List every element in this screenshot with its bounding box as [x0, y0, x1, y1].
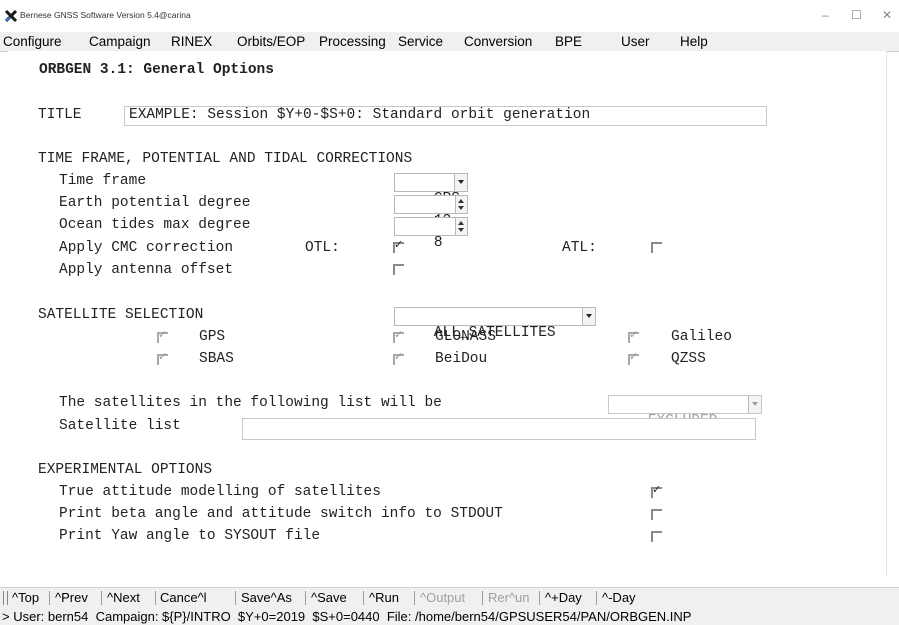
sbas-checkbox[interactable]: ✓	[157, 350, 169, 366]
menu-help[interactable]: Help	[680, 34, 708, 49]
ocean-tides-value: 8	[433, 235, 443, 251]
time-frame-label: Time frame	[59, 173, 147, 189]
menu-orbits-eop[interactable]: Orbits/EOP	[237, 34, 305, 49]
gps-checkbox[interactable]: ✓	[157, 328, 169, 344]
glonass-checkbox[interactable]: ✓	[393, 328, 405, 344]
separator	[482, 591, 483, 605]
atl-checkbox[interactable]	[651, 242, 663, 254]
sat-list-label: Satellite list	[59, 418, 181, 434]
otl-label: OTL:	[305, 240, 340, 256]
panel-heading: ORBGEN 3.1: General Options	[39, 62, 274, 78]
status-text: > User: bern54 Campaign: ${P}/INTRO $Y+0…	[2, 609, 692, 624]
rerun-button[interactable]: Rer^un	[488, 590, 530, 605]
menu-bpe[interactable]: BPE	[555, 34, 582, 49]
gps-label: GPS	[199, 329, 226, 345]
separator	[414, 591, 415, 605]
next-button[interactable]: ^Next	[107, 590, 140, 605]
true-attitude-label: True attitude modelling of satellites	[59, 484, 381, 500]
separator	[596, 591, 597, 605]
minimize-icon[interactable]: –	[822, 8, 829, 22]
cancel-button[interactable]: Cance^l	[160, 590, 207, 605]
menu-bar: Configure Campaign RINEX Orbits/EOP Proc…	[0, 32, 899, 52]
time-section-heading: TIME FRAME, POTENTIAL AND TIDAL CORRECTI…	[38, 151, 413, 167]
menu-configure[interactable]: Configure	[3, 34, 62, 49]
chevron-down-icon[interactable]	[748, 396, 761, 413]
status-bar: > User: bern54 Campaign: ${P}/INTRO $Y+0…	[0, 608, 899, 625]
glonass-label: GLONASS	[435, 329, 496, 345]
check-icon: ✓	[629, 350, 639, 363]
check-icon: ✓	[394, 350, 404, 363]
ocean-tides-spinner[interactable]: 8	[394, 217, 468, 251]
exp-section-heading: EXPERIMENTAL OPTIONS	[38, 462, 213, 478]
check-icon: ✓	[158, 328, 168, 341]
separator	[539, 591, 540, 605]
app-x-icon	[5, 10, 17, 22]
separator	[49, 591, 50, 605]
list-mode-label: The satellites in the following list wil…	[59, 395, 442, 411]
qzss-label: QZSS	[671, 351, 706, 367]
sbas-label: SBAS	[199, 351, 234, 367]
window-title: Bernese GNSS Software Version 5.4@carina	[20, 10, 191, 20]
menu-service[interactable]: Service	[398, 34, 443, 49]
maximize-icon[interactable]: ☐	[851, 8, 862, 22]
menu-processing[interactable]: Processing	[319, 34, 386, 49]
print-yaw-checkbox[interactable]	[651, 531, 663, 543]
menu-conversion[interactable]: Conversion	[464, 34, 532, 49]
close-icon[interactable]: ✕	[882, 8, 892, 22]
spinner-arrows-icon[interactable]	[455, 218, 467, 235]
menu-user[interactable]: User	[621, 34, 650, 49]
qzss-checkbox[interactable]: ✓	[628, 350, 640, 366]
menu-rinex[interactable]: RINEX	[171, 34, 212, 49]
chevron-down-icon[interactable]	[582, 308, 595, 325]
top-button[interactable]: ^Top	[12, 590, 39, 605]
window-titlebar: Bernese GNSS Software Version 5.4@carina…	[0, 0, 899, 32]
output-button[interactable]: ^Output	[420, 590, 465, 605]
separator	[101, 591, 102, 605]
minus-day-button[interactable]: ^-Day	[602, 590, 636, 605]
separator	[363, 591, 364, 605]
prev-button[interactable]: ^Prev	[55, 590, 88, 605]
print-yaw-label: Print Yaw angle to SYSOUT file	[59, 528, 321, 544]
spinner-arrows-icon[interactable]	[455, 196, 467, 213]
separator	[235, 591, 236, 605]
galileo-checkbox[interactable]: ✓	[628, 328, 640, 344]
separator	[305, 591, 306, 605]
separator	[155, 591, 156, 605]
sat-section-heading: SATELLITE SELECTION	[38, 307, 204, 323]
saveas-button[interactable]: Save^As	[241, 590, 292, 605]
button-bar: ^Top ^Prev ^Next Cance^l Save^As ^Save ^…	[0, 587, 899, 608]
save-button[interactable]: ^Save	[311, 590, 347, 605]
check-icon: ✓	[629, 328, 639, 341]
true-attitude-checkbox[interactable]: ✓	[651, 483, 663, 499]
title-input[interactable]: EXAMPLE: Session $Y+0-$S+0: Standard orb…	[124, 106, 767, 126]
earth-potential-spinner[interactable]: 12	[394, 195, 468, 229]
cmc-label: Apply CMC correction	[59, 240, 234, 256]
antenna-offset-checkbox[interactable]	[393, 264, 405, 276]
check-icon: ✓	[394, 238, 404, 251]
sat-selection-select[interactable]: ALL_SATELLITES	[394, 307, 596, 341]
atl-label: ATL:	[562, 240, 597, 256]
check-icon: ✓	[158, 350, 168, 363]
beidou-checkbox[interactable]: ✓	[393, 350, 405, 366]
chevron-down-icon[interactable]	[454, 174, 467, 191]
grip-handle-icon	[3, 591, 8, 605]
options-panel: ORBGEN 3.1: General Options TITLE EXAMPL…	[8, 51, 887, 576]
galileo-label: Galileo	[671, 329, 732, 345]
menu-campaign[interactable]: Campaign	[89, 34, 151, 49]
print-beta-checkbox[interactable]	[651, 509, 663, 521]
earth-potential-label: Earth potential degree	[59, 195, 251, 211]
time-frame-select[interactable]: GPS	[394, 173, 468, 207]
plus-day-button[interactable]: ^+Day	[545, 590, 582, 605]
beidou-label: BeiDou	[435, 351, 488, 367]
antenna-offset-label: Apply antenna offset	[59, 262, 234, 278]
print-beta-label: Print beta angle and attitude switch inf…	[59, 506, 503, 522]
list-mode-select[interactable]: EXCLUDED	[608, 395, 762, 429]
otl-checkbox[interactable]: ✓	[393, 238, 405, 254]
ocean-tides-label: Ocean tides max degree	[59, 217, 251, 233]
check-icon: ✓	[394, 328, 404, 341]
title-label: TITLE	[38, 107, 82, 123]
check-icon: ✓	[652, 483, 662, 496]
sat-list-input[interactable]	[242, 418, 756, 440]
run-button[interactable]: ^Run	[369, 590, 399, 605]
